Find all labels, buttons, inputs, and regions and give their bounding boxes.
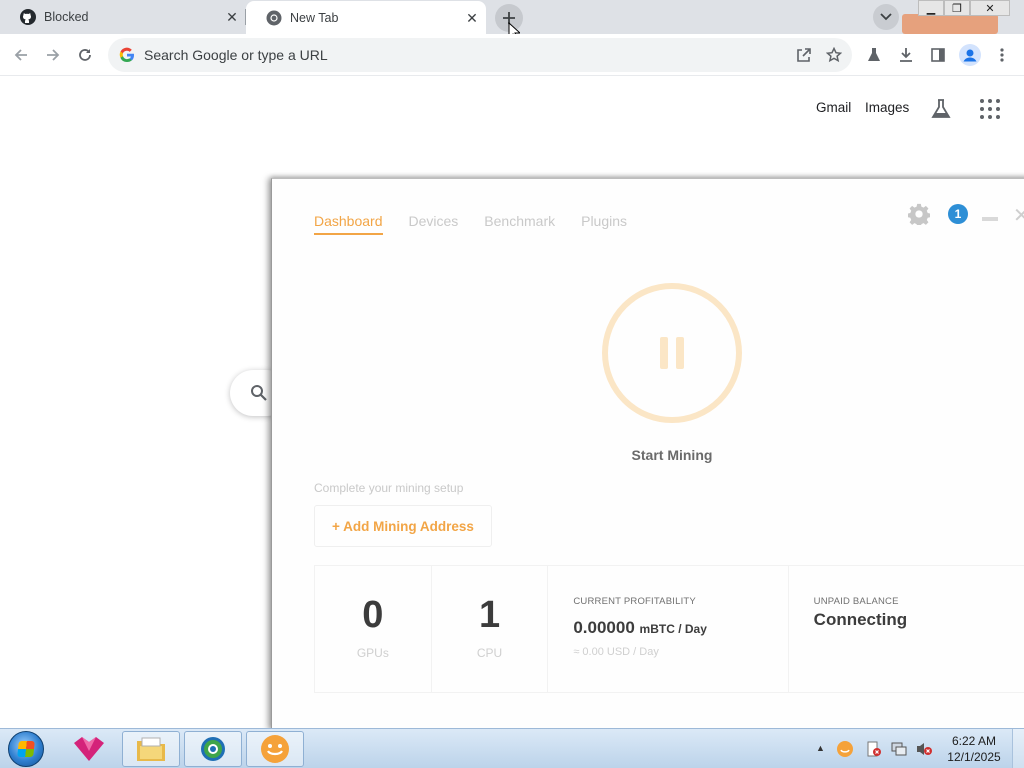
ie-browser-icon[interactable] (184, 731, 242, 767)
tab-close-icon[interactable]: ✕ (462, 8, 482, 28)
gmail-link[interactable]: Gmail (816, 100, 851, 115)
tab-new-tab[interactable]: New Tab ✕ (246, 1, 486, 35)
profitability-caption: CURRENT PROFITABILITY (573, 596, 696, 607)
profitability-unit: mBTC / Day (639, 622, 707, 636)
profitability-value: 0.00000 mBTC / Day (573, 618, 707, 638)
settings-gear-icon[interactable] (908, 203, 930, 225)
tab-blocked[interactable]: Blocked ✕ (0, 0, 246, 34)
minimize-icon[interactable] (982, 217, 998, 221)
bookmark-star-icon[interactable] (822, 43, 846, 67)
cpu-count: 1 (478, 594, 501, 636)
tab-devices[interactable]: Devices (409, 213, 459, 235)
browser-toolbar: Search Google or type a URL (0, 34, 1024, 76)
minimize-icon[interactable]: ▁ (918, 0, 944, 16)
setup-hint: Complete your mining setup (314, 481, 464, 495)
miner-app-taskbar-icon[interactable] (246, 731, 304, 767)
profitability-card: CURRENT PROFITABILITY 0.00000 mBTC / Day… (548, 566, 789, 692)
start-button[interactable] (8, 731, 44, 767)
gpu-count-card: 0 GPUs (315, 566, 432, 692)
tab-title: Blocked (44, 10, 89, 24)
images-link[interactable]: Images (865, 100, 909, 115)
side-panel-icon[interactable] (925, 42, 951, 68)
clock-time: 6:22 AM (951, 734, 997, 748)
profile-avatar-icon[interactable] (957, 42, 983, 68)
forward-icon[interactable] (40, 42, 66, 68)
volume-muted-icon[interactable] (915, 740, 933, 758)
address-bar-placeholder: Search Google or type a URL (144, 47, 328, 63)
tab-search-button[interactable] (873, 4, 899, 30)
cpu-label: CPU (476, 646, 503, 660)
reload-icon[interactable] (72, 42, 98, 68)
profitability-number: 0.00000 (573, 618, 635, 637)
address-bar[interactable]: Search Google or type a URL (108, 38, 852, 72)
google-icon (119, 47, 135, 63)
tab-title: New Tab (290, 11, 339, 25)
system-clock[interactable]: 6:22 AM 12/1/2025 (944, 733, 1004, 765)
file-explorer-icon[interactable] (122, 731, 180, 767)
start-mining-label: Start Mining (631, 447, 713, 463)
chrome-icon (266, 10, 282, 26)
cpu-count-card: 1 CPU (432, 566, 549, 692)
tab-plugins[interactable]: Plugins (581, 213, 627, 235)
show-desktop-button[interactable] (1012, 729, 1024, 768)
stats-panel: 0 GPUs 1 CPU CURRENT PROFITABILITY 0.000… (314, 565, 1024, 693)
download-icon[interactable] (893, 42, 919, 68)
miner-nav: Dashboard Devices Benchmark Plugins (314, 213, 627, 235)
balance-caption: UNPAID BALANCE (813, 596, 899, 607)
gpu-count: 0 (362, 594, 384, 636)
balance-card: UNPAID BALANCE Connecting (789, 566, 1024, 692)
back-icon[interactable] (8, 42, 34, 68)
tray-expand-icon[interactable]: ▲ (816, 743, 825, 753)
clock-date: 12/1/2025 (947, 750, 1001, 764)
tab-benchmark[interactable]: Benchmark (484, 213, 555, 235)
action-center-icon[interactable] (865, 740, 883, 758)
gpu-label: GPUs (356, 646, 389, 660)
close-icon[interactable]: ✕ (1013, 203, 1024, 228)
tab-close-icon[interactable]: ✕ (222, 7, 242, 27)
mining-app-window: Dashboard Devices Benchmark Plugins 1 ✕ … (271, 178, 1024, 730)
window-highlight (902, 14, 998, 34)
menu-kebab-icon[interactable] (989, 42, 1015, 68)
search-labs-icon[interactable] (930, 98, 952, 120)
labs-flask-icon[interactable] (861, 42, 887, 68)
tab-dashboard[interactable]: Dashboard (314, 213, 383, 235)
pause-icon (660, 337, 684, 369)
restore-icon[interactable]: ❐ (944, 0, 970, 16)
github-icon (20, 9, 36, 25)
profitability-usd: ≈ 0.00 USD / Day (573, 646, 659, 658)
miner-tray-icon[interactable] (836, 740, 854, 758)
search-icon (251, 385, 267, 401)
google-apps-icon[interactable] (980, 99, 1000, 119)
tab-strip: Blocked ✕ New Tab ✕ ▁ ❐ ✕ (0, 0, 1024, 42)
share-icon[interactable] (792, 43, 816, 67)
add-mining-address-button[interactable]: + Add Mining Address (314, 505, 492, 547)
network-icon[interactable] (890, 740, 908, 758)
taskbar: ▲ 6:22 AM 12/1/2025 (0, 728, 1024, 768)
notification-badge[interactable]: 1 (948, 204, 968, 224)
balance-value: Connecting (813, 610, 908, 629)
close-icon[interactable]: ✕ (970, 0, 1010, 16)
window-controls: ▁ ❐ ✕ (918, 0, 1010, 16)
taskbar-app-icon[interactable] (60, 731, 118, 767)
start-mining-button[interactable] (602, 283, 742, 423)
